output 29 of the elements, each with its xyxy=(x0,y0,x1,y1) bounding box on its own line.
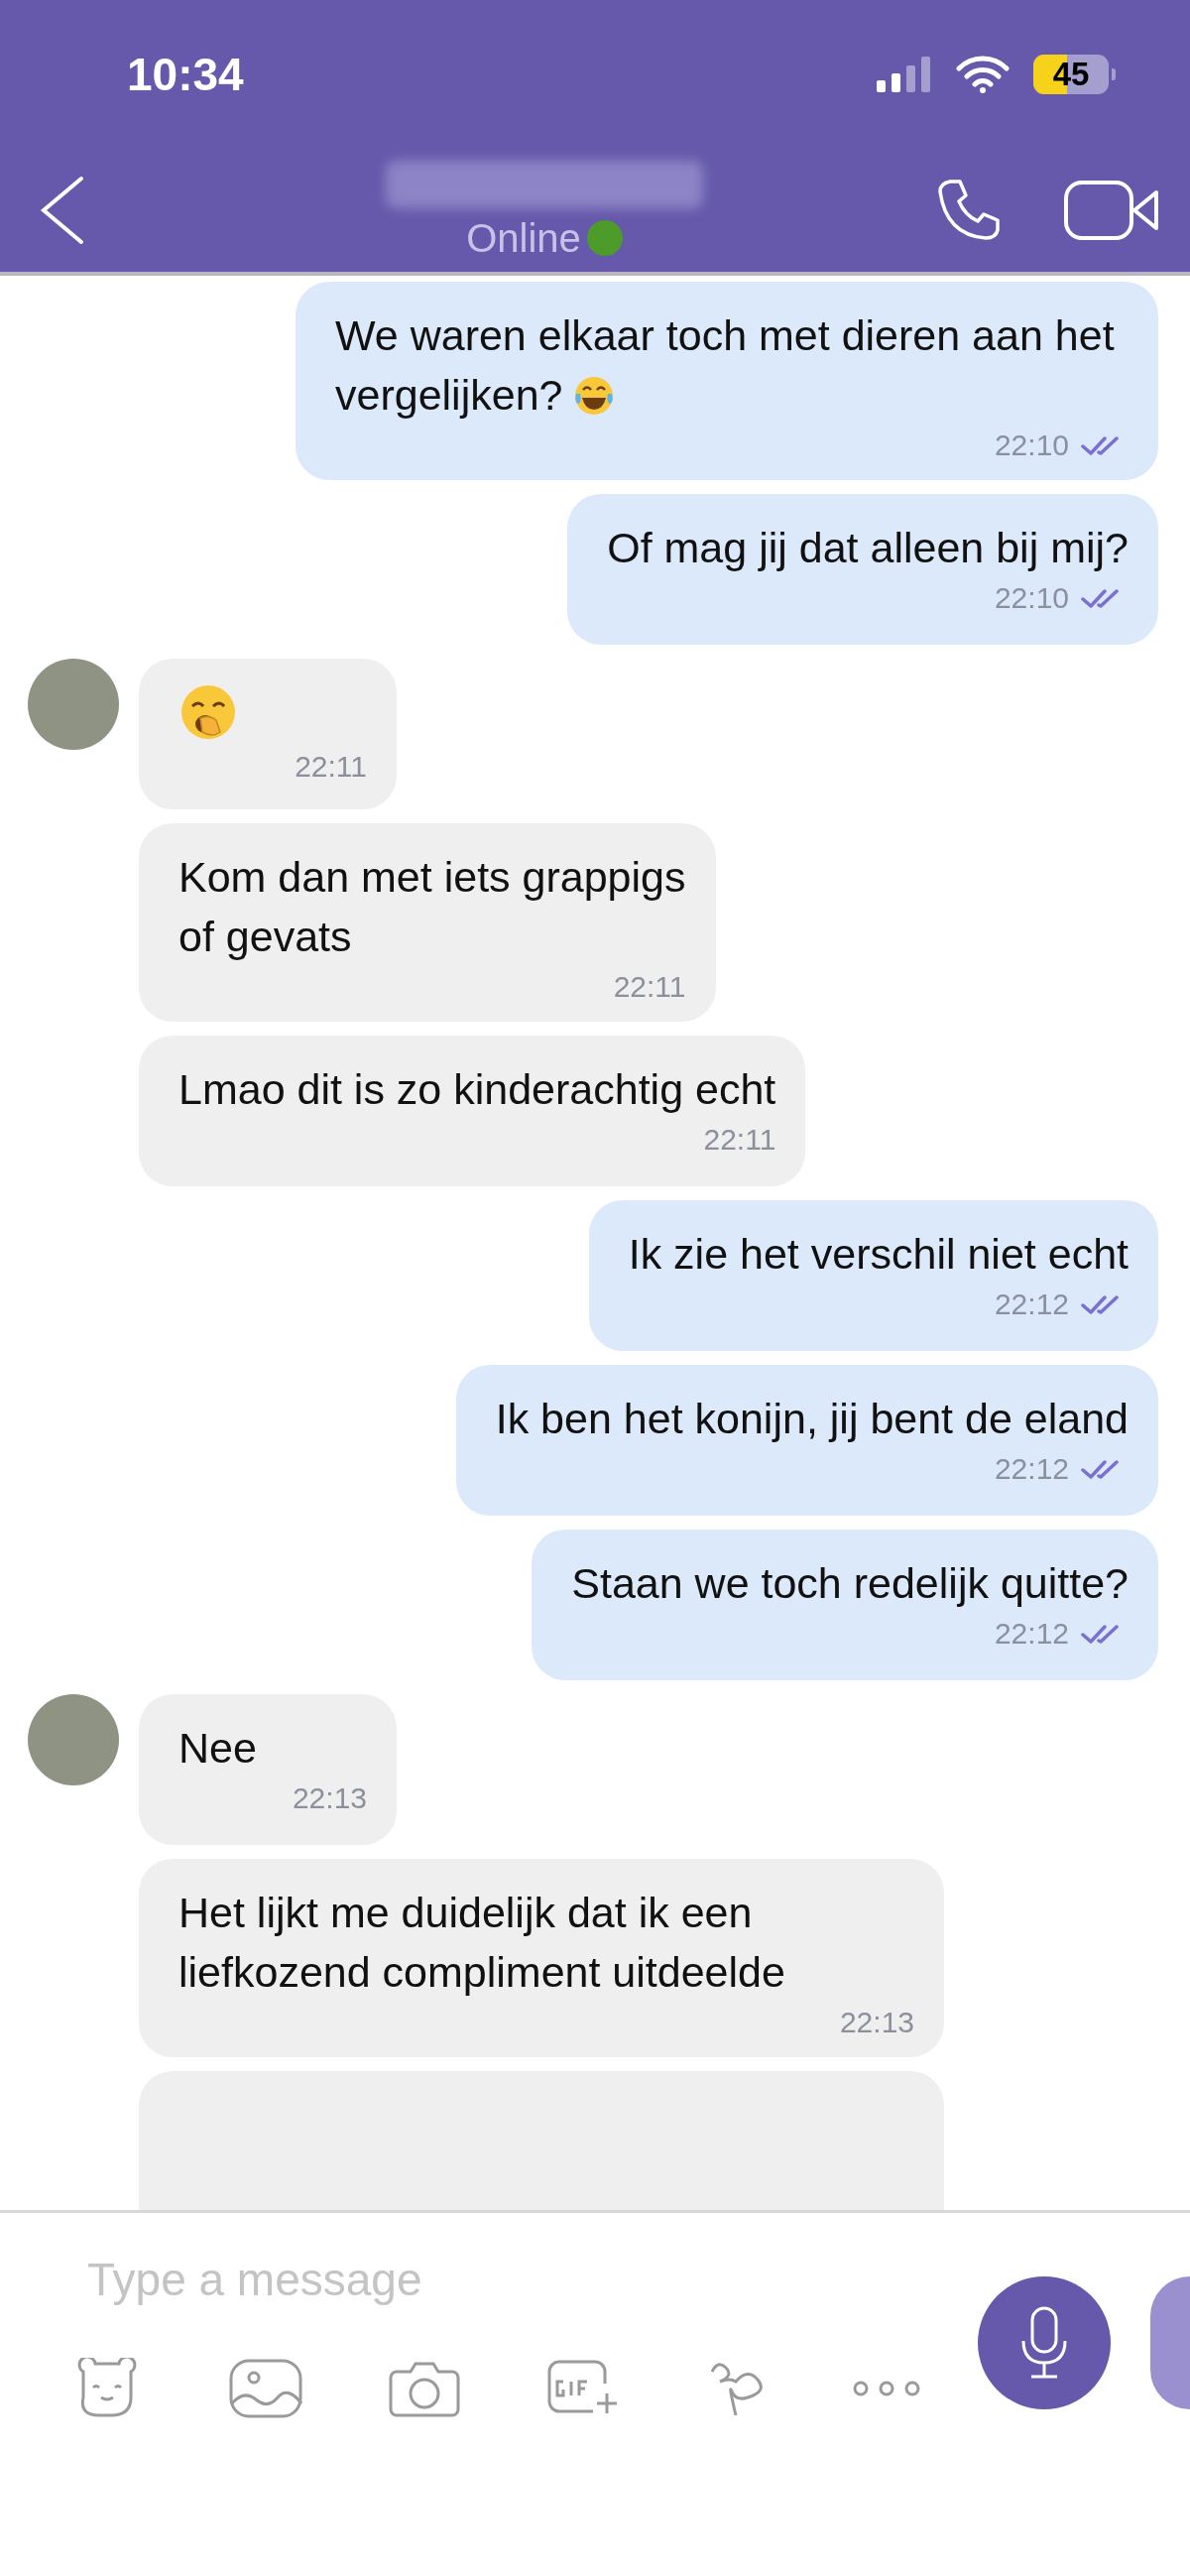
message-time: 22:12 xyxy=(994,1452,1069,1486)
message-time: 22:11 xyxy=(703,1123,776,1157)
message-time: 22:11 xyxy=(613,970,686,1004)
message-text: Het lijkt me duidelijk dat ik een liefkozend compliment uitdeelde xyxy=(178,1888,786,1998)
wifi-icon xyxy=(956,56,1010,93)
message-time: 22:12 xyxy=(994,1288,1069,1321)
message-input[interactable]: Type a message xyxy=(69,2253,799,2306)
status-time: 10:34 xyxy=(127,48,244,101)
microphone-icon xyxy=(1019,2305,1069,2381)
video-camera-icon[interactable] xyxy=(1063,179,1160,242)
signal-icon xyxy=(877,57,932,92)
message-text: We waren elkaar toch met dieren aan het vergelijken? xyxy=(335,310,1116,421)
message-time: 22:12 xyxy=(994,1617,1069,1651)
contact-status: Online xyxy=(466,215,581,261)
message-text: Lmao dit is zo kinderachtig echt xyxy=(178,1064,776,1115)
message-time: 22:10 xyxy=(994,581,1069,615)
back-icon[interactable] xyxy=(40,176,85,245)
message-text: Ik ben het konijn, jij bent de eland xyxy=(495,1394,1129,1444)
message-time: 22:11 xyxy=(295,750,367,784)
yawning-emoji-icon xyxy=(178,682,238,742)
message-time: 22:10 xyxy=(994,429,1069,462)
message-time: 22:13 xyxy=(292,1781,367,1815)
message-text: Staan we toch redelijk quitte? xyxy=(571,1558,1129,1609)
message-text: Of mag jij dat alleen bij mij? xyxy=(607,523,1129,573)
gallery-icon[interactable] xyxy=(228,2358,303,2419)
message-time: 22:13 xyxy=(839,2006,914,2039)
message-text: Ik zie het verschil niet echt xyxy=(628,1229,1129,1280)
message-text: Nee xyxy=(178,1723,258,1774)
message-text: Kom dan met iets grappigs of gevats xyxy=(178,852,686,962)
